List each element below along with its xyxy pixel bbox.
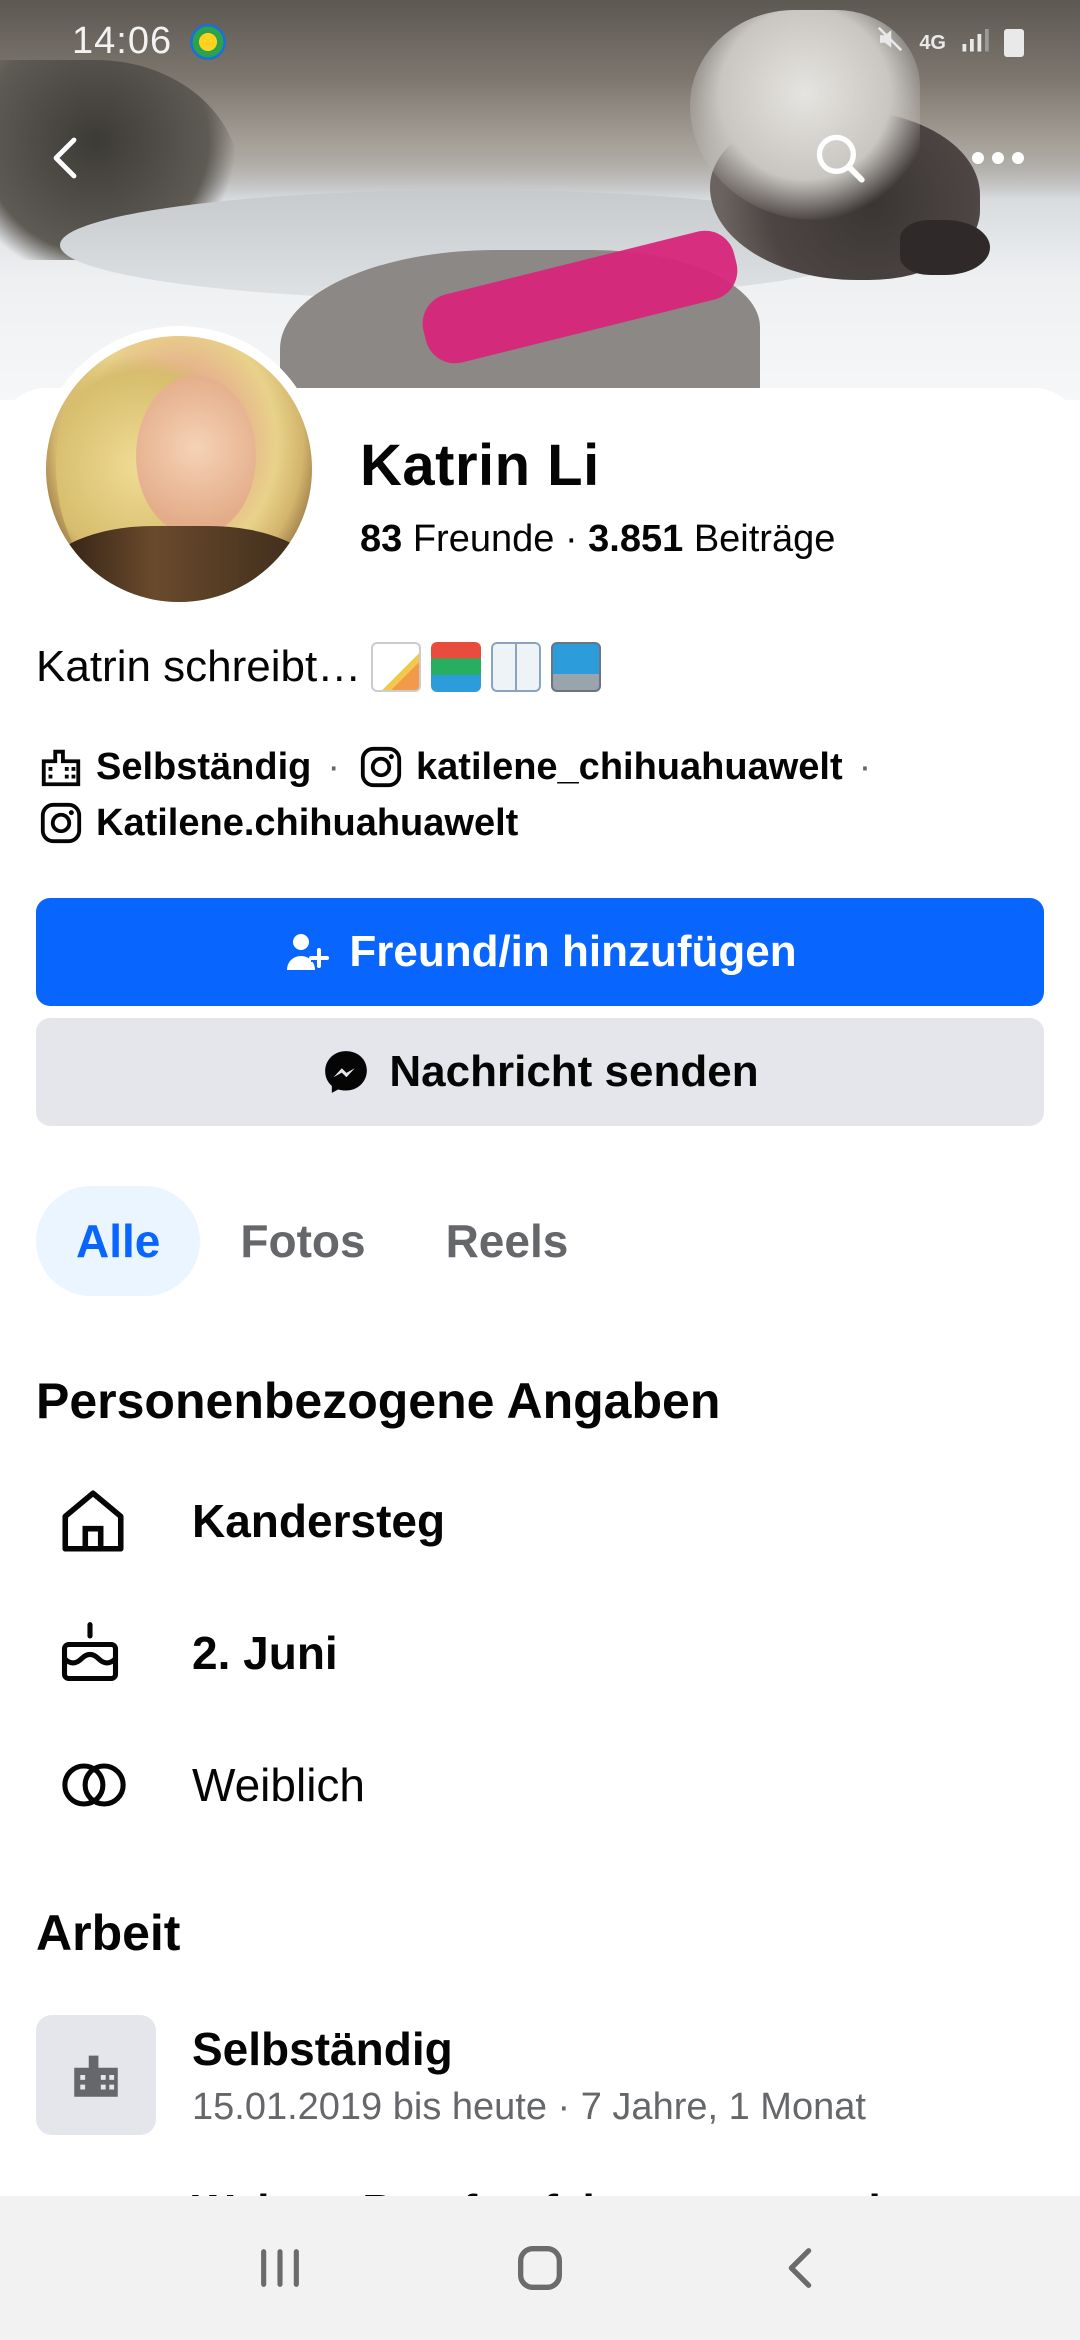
tab-fotos[interactable]: Fotos <box>200 1186 405 1296</box>
work-entry[interactable]: Selbständig 15.01.2019 bis heute · 7 Jah… <box>36 2010 1044 2140</box>
add-friend-button[interactable]: Freund/in hinzufügen <box>36 898 1044 1006</box>
work-tile <box>36 2015 156 2135</box>
back-arrow-icon <box>53 137 77 179</box>
work-section-title: Arbeit <box>36 1905 181 1961</box>
tab-alle[interactable]: Alle <box>36 1186 201 1296</box>
status-icons: 4G <box>875 24 1024 61</box>
intro-separator: · <box>327 745 341 788</box>
stats-separator: · <box>564 518 578 560</box>
system-back-button[interactable] <box>740 2208 860 2328</box>
books-emoji <box>431 642 482 692</box>
profile-tabs: Alle Fotos Reels <box>36 1186 608 1296</box>
battery-icon <box>1004 28 1024 57</box>
company-icon <box>74 2055 118 2097</box>
home-button-icon <box>518 2246 562 2290</box>
app-notification-icon <box>190 24 226 60</box>
back-button[interactable] <box>32 122 104 194</box>
signal-icon <box>960 24 990 61</box>
add-friend-label: Freund/in hinzufügen <box>349 927 797 976</box>
avatar-shirt <box>46 526 312 602</box>
intro-line-1: Selbständig · katilene_chihuahuawelt · <box>36 742 877 792</box>
more-icon <box>972 152 1024 164</box>
birthday-cake-icon <box>36 1619 156 1687</box>
home-button[interactable] <box>480 2208 600 2328</box>
intro-instagram-1[interactable]: katilene_chihuahuawelt <box>416 746 843 789</box>
gender-icon <box>36 1755 156 1815</box>
cover-dog-snout <box>900 220 990 275</box>
intro-line-2: Katilene.chihuahuawelt <box>36 798 518 848</box>
detail-birthday-text: 2. Juni <box>192 1627 338 1679</box>
status-time: 14:06 <box>72 20 173 62</box>
work-duration: 15.01.2019 bis heute · 7 Jahre, 1 Monat <box>192 2085 866 2128</box>
recent-apps-icon <box>261 2249 299 2287</box>
briefcase-building-icon <box>36 742 86 792</box>
posts-label: Beiträge <box>693 518 836 560</box>
search-button[interactable] <box>804 122 876 194</box>
detail-hometown-text: Kandersteg <box>192 1495 446 1547</box>
search-icon <box>816 134 865 183</box>
intro-separator-end: · <box>858 745 872 788</box>
status-bar: 14:06 4G <box>0 0 1080 84</box>
work-title: Selbständig <box>192 2022 453 2075</box>
instagram-icon <box>36 798 86 848</box>
friends-label[interactable]: Freunde <box>413 518 555 560</box>
work-meta: Selbständig 15.01.2019 bis heute · 7 Jah… <box>192 2022 866 2129</box>
back-icon <box>788 2248 812 2288</box>
avatar-photo <box>46 336 312 602</box>
more-button[interactable] <box>962 122 1034 194</box>
detail-gender: Weiblich <box>36 1740 1044 1830</box>
add-friend-icon <box>287 934 330 970</box>
home-icon <box>36 1484 156 1558</box>
laptop-emoji <box>551 642 602 692</box>
network-4g-icon: 4G <box>919 31 946 54</box>
personal-section-title: Personenbezogene Angaben <box>36 1373 721 1429</box>
instagram-icon <box>356 742 406 792</box>
mute-icon <box>875 24 905 61</box>
avatar-face <box>136 376 256 536</box>
posts-count: 3.851 <box>588 518 684 560</box>
bio-text: Katrin schreibt… <box>36 642 362 691</box>
tab-reels[interactable]: Reels <box>406 1186 609 1296</box>
intro-work: Selbständig <box>96 745 312 788</box>
open-book-emoji <box>491 642 542 692</box>
system-nav-bar <box>0 2196 1080 2340</box>
recent-apps-button[interactable] <box>220 2208 340 2328</box>
profile-screen: 14:06 4G Katrin Li 83 Freunde · 3.851 Be… <box>0 0 1080 2340</box>
intro-instagram-2[interactable]: Katilene.chihuahuawelt <box>96 802 518 845</box>
memo-emoji <box>371 642 422 692</box>
profile-name: Katrin Li <box>360 433 600 498</box>
profile-stats: 83 Freunde · 3.851 Beiträge <box>360 518 835 561</box>
detail-birthday: 2. Juni <box>36 1608 1044 1698</box>
profile-avatar[interactable] <box>36 326 322 612</box>
send-message-label: Nachricht senden <box>389 1047 759 1096</box>
profile-bio: Katrin schreibt… <box>36 642 602 692</box>
messenger-icon <box>325 1051 368 1093</box>
detail-gender-text: Weiblich <box>192 1759 365 1811</box>
detail-hometown: Kandersteg <box>36 1476 1044 1566</box>
friends-count[interactable]: 83 <box>360 518 402 560</box>
send-message-button[interactable]: Nachricht senden <box>36 1018 1044 1126</box>
